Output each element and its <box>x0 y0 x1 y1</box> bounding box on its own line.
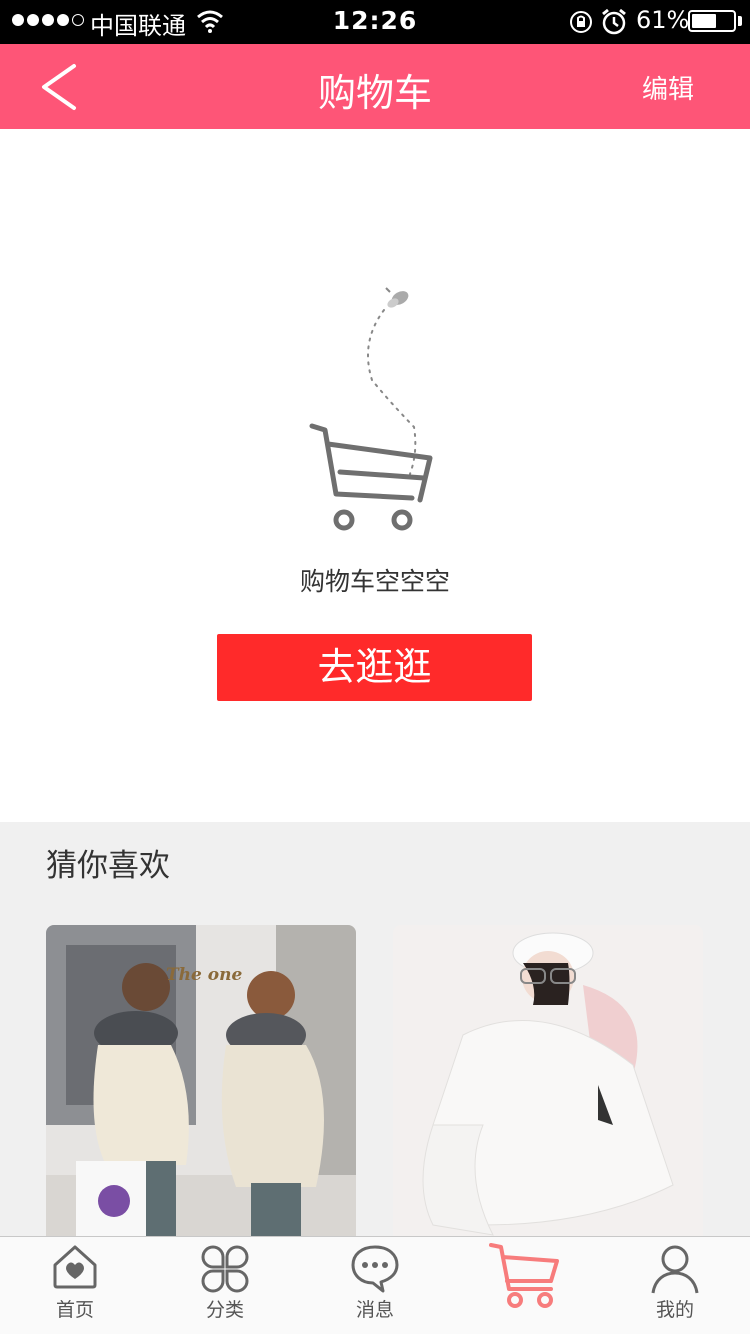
battery-icon <box>688 10 736 32</box>
category-icon <box>201 1245 249 1293</box>
cart-icon <box>489 1243 559 1308</box>
status-bar: 中国联通 12:26 61% <box>0 0 750 44</box>
edit-button[interactable]: 编辑 <box>642 69 694 106</box>
product-card[interactable]: The one <box>46 925 356 1255</box>
alarm-icon <box>602 8 626 35</box>
message-icon <box>351 1245 399 1293</box>
flying-bug-icon <box>385 287 409 308</box>
page-title: 购物车 <box>317 71 432 115</box>
product-image-caption: The one <box>166 965 243 985</box>
tab-category[interactable]: 分类 <box>150 1237 300 1334</box>
product-card[interactable] <box>393 925 703 1255</box>
tab-cart[interactable] <box>450 1237 600 1334</box>
go-shopping-button[interactable]: 去逛逛 <box>217 634 532 701</box>
tab-label: 我的 <box>655 1299 694 1321</box>
home-icon <box>53 1245 97 1289</box>
tab-home[interactable]: 首页 <box>0 1237 150 1334</box>
tab-messages[interactable]: 消息 <box>300 1237 450 1334</box>
shopping-cart-icon <box>309 423 433 503</box>
profile-icon <box>651 1245 699 1294</box>
recommend-title: 猜你喜欢 <box>46 848 170 884</box>
battery-percent: 61% <box>636 6 690 34</box>
nav-bar: 购物车 编辑 <box>0 44 750 129</box>
tab-label: 分类 <box>205 1299 244 1321</box>
tab-label: 消息 <box>355 1299 394 1321</box>
product-image <box>393 925 703 1255</box>
tab-profile[interactable]: 我的 <box>600 1237 750 1334</box>
tab-bar: 首页 分类 消息 我的 <box>0 1236 750 1334</box>
empty-cart-illustration <box>309 287 433 531</box>
rotation-lock-icon <box>570 11 592 33</box>
empty-cart-message: 购物车空空空 <box>299 567 450 596</box>
tab-label: 首页 <box>55 1299 94 1321</box>
